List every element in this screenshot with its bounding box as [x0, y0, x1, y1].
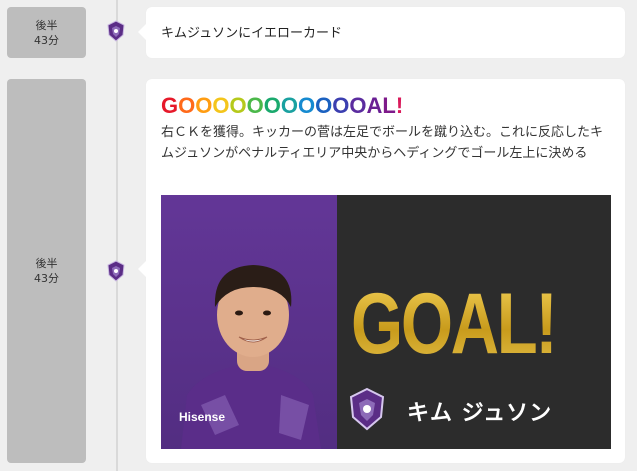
time-chip: 後半 43分: [7, 79, 86, 463]
team-crest-icon: [349, 387, 385, 431]
goal-title-letter: L: [382, 93, 396, 118]
team-crest-icon: [107, 20, 125, 42]
time-minute: 43分: [34, 272, 59, 285]
goal-title-letter: O: [332, 93, 350, 118]
player-name: キム ジュソン: [407, 401, 553, 426]
goal-title-letter: A: [366, 93, 383, 118]
goal-title-letter: O: [195, 93, 213, 118]
goal-title-letter: O: [246, 93, 264, 118]
event-text: キムジュソンにイエローカード: [161, 26, 342, 41]
time-minute: 43分: [34, 33, 59, 47]
time-half: 後半: [35, 257, 58, 270]
goal-title-letter: O: [298, 93, 316, 118]
sponsor-text: Hisense: [179, 410, 225, 424]
event-card-goal: GOOOOOOOOOOOAL! 右ＣＫを獲得。キッカーの菅は左足でボールを蹴り込…: [138, 79, 625, 463]
goal-title: GOOOOOOOOOOOAL!: [161, 93, 403, 119]
timeline-line: [116, 0, 118, 471]
time-half: 後半: [35, 18, 58, 32]
goal-title-letter: O: [280, 93, 298, 118]
goal-title-letter: !: [395, 93, 404, 118]
team-crest-icon: [107, 260, 125, 282]
goal-title-letter: O: [178, 93, 196, 118]
goal-title-letter: G: [161, 93, 179, 118]
time-chip: 後半 43分: [7, 7, 86, 58]
goal-description: 右ＣＫを獲得。キッカーの菅は左足でボールを蹴り込む。これに反応したキムジュソンが…: [161, 125, 604, 161]
goal-title-letter: O: [229, 93, 247, 118]
goal-image: Hisense GOAL! キム ジュソン: [161, 195, 611, 449]
event-card-yellow: キムジュソンにイエローカード: [138, 7, 625, 58]
goal-title-letter: O: [349, 93, 367, 118]
goal-title-letter: O: [263, 93, 281, 118]
goal-title-letter: O: [315, 93, 333, 118]
goal-big-text: GOAL!: [351, 276, 558, 372]
goal-title-letter: O: [212, 93, 230, 118]
